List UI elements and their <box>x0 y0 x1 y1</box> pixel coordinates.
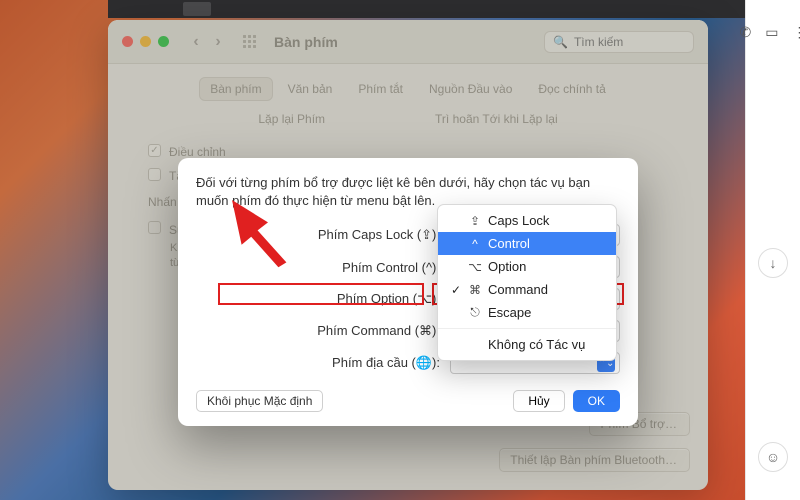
tab-keyboard[interactable]: Bàn phím <box>200 78 271 100</box>
checkbox-icon[interactable]: ✓ <box>148 144 161 157</box>
row-control-label: Phím Control (^): <box>196 260 450 275</box>
forward-button: › <box>209 33 227 51</box>
search-field[interactable]: 🔍 <box>544 31 694 53</box>
tab-row: Bàn phím Văn bản Phím tắt Nguồn Đầu vào … <box>108 64 708 108</box>
opt-command[interactable]: ✓⌘Command <box>438 278 616 301</box>
tab-text[interactable]: Văn bản <box>278 78 343 100</box>
checkbox-icon[interactable] <box>148 221 161 234</box>
toolbar: ‹ › Bàn phím 🔍 <box>108 20 708 64</box>
opt-control[interactable]: ^Control <box>438 232 616 255</box>
bluetooth-keyboard-button[interactable]: Thiết lập Bàn phím Bluetooth… <box>499 448 690 472</box>
row-option-label: Phím Option (⌥): <box>196 291 450 307</box>
nav-buttons: ‹ › <box>187 33 227 51</box>
phone-icon[interactable]: ✆ <box>740 24 752 41</box>
checkbox-icon[interactable] <box>148 168 161 181</box>
back-button[interactable]: ‹ <box>187 33 205 51</box>
tab-input-sources[interactable]: Nguồn Đầu vào <box>419 78 522 100</box>
grid-icon[interactable] <box>243 35 256 48</box>
minimize-icon[interactable] <box>140 36 151 47</box>
cancel-button[interactable]: Hủy <box>513 390 564 412</box>
modifier-popover[interactable]: ⇪Caps Lock ^Control ⌥Option ✓⌘Command ⎋E… <box>437 204 617 361</box>
tab-shortcuts[interactable]: Phím tắt <box>348 78 413 100</box>
opt-capslock[interactable]: ⇪Caps Lock <box>438 209 616 232</box>
slider-labels: Lặp lại Phím Trì hoãn Tới khi Lặp lại <box>108 108 708 140</box>
zoom-icon[interactable] <box>158 36 169 47</box>
search-icon: 🔍 <box>553 35 568 49</box>
opt-escape[interactable]: ⎋Escape <box>438 301 616 324</box>
emoji-button[interactable]: ☺ <box>758 442 788 472</box>
opt-option[interactable]: ⌥Option <box>438 255 616 278</box>
key-repeat-label: Lặp lại Phím <box>258 112 325 126</box>
tab-dictation[interactable]: Đọc chính tả <box>528 78 615 100</box>
restore-defaults-button[interactable]: Khôi phục Mặc định <box>196 390 323 412</box>
more-icon[interactable]: ⋮ <box>792 24 800 41</box>
side-panel: ✆ ▭ ⋮ ↓ ☺ <box>745 0 800 500</box>
side-top-icons: ✆ ▭ ⋮ <box>746 24 800 41</box>
bookmark-icon[interactable]: ▭ <box>765 24 778 41</box>
avatar <box>183 2 211 16</box>
close-icon[interactable] <box>122 36 133 47</box>
row-globe-label: Phím địa cầu (🌐): <box>196 355 450 371</box>
search-input[interactable] <box>574 35 685 49</box>
window-title: Bàn phím <box>274 34 338 50</box>
row-capslock-label: Phím Caps Lock (⇪): <box>196 227 450 243</box>
scroll-down-button[interactable]: ↓ <box>758 248 788 278</box>
background-menubar <box>108 0 800 18</box>
opt-no-action[interactable]: Không có Tác vụ <box>438 333 616 356</box>
delay-label: Trì hoãn Tới khi Lặp lại <box>435 112 558 126</box>
traffic-lights[interactable] <box>122 36 169 47</box>
row-command-label: Phím Command (⌘): <box>196 323 450 339</box>
ok-button[interactable]: OK <box>573 390 620 412</box>
